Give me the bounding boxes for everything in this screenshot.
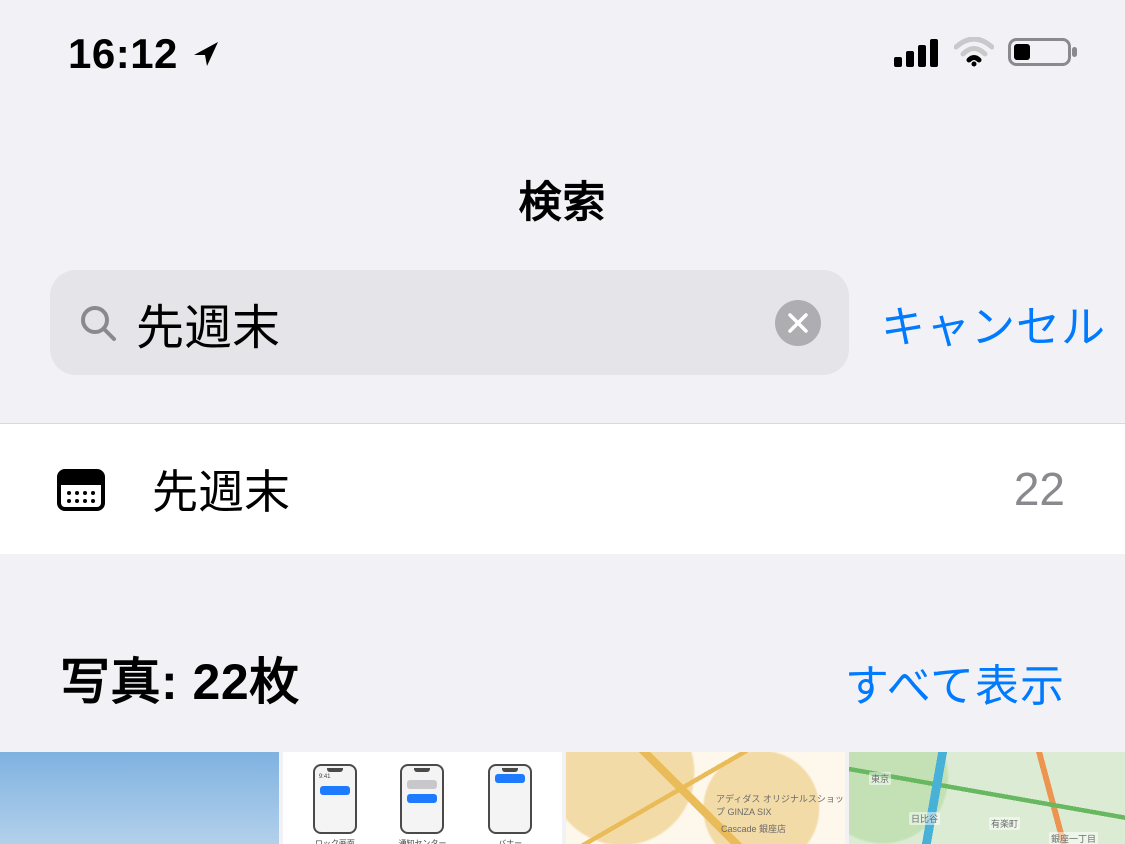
nav-title-row: 検索 [0,108,1125,270]
thumb-label: バナー [484,838,536,844]
map-label: アディダス オリジナルスショップ GINZA SIX [716,792,845,818]
photos-section-header: 写真: 22枚 すべて表示 [0,554,1125,714]
cellular-icon [894,37,940,72]
calendar-icon [56,465,106,513]
status-time: 16:12 [68,30,178,78]
battery-icon [1008,36,1080,73]
clear-search-button[interactable] [775,300,821,346]
wifi-icon [954,37,994,72]
status-right [894,36,1080,73]
cancel-button[interactable]: キャンセル [881,291,1106,355]
page-title: 検索 [519,108,607,270]
search-row: キャンセル [0,270,1125,423]
photo-thumbnail[interactable] [0,752,279,844]
photos-heading: 写真: 22枚 [60,642,300,714]
map-label: 有楽町 [989,817,1020,830]
thumb-time: 9:41 [319,774,331,780]
status-bar: 16:12 [0,0,1125,108]
map-label: Cascade 銀座店 [721,822,786,835]
photo-thumbnail[interactable]: 東京 日比谷 有楽町 銀座一丁目 [849,752,1125,844]
search-icon [78,303,118,343]
suggestion-label: 先週末 [152,456,968,522]
photo-thumbnails: 9:41 ロック画面 通知センター バナー アディダス オリジナルスショップ G… [0,752,1125,844]
suggestion-count: 22 [1014,462,1065,516]
location-icon [190,38,222,70]
status-left: 16:12 [68,30,222,78]
map-label: 日比谷 [909,812,940,825]
photo-thumbnail[interactable]: アディダス オリジナルスショップ GINZA SIX Cascade 銀座店 [566,752,845,844]
photo-thumbnail[interactable]: 9:41 ロック画面 通知センター バナー [283,752,562,844]
search-input[interactable] [136,295,757,350]
thumb-label: 通知センター [396,838,448,844]
thumb-label: ロック画面 [309,838,361,844]
search-field[interactable] [50,270,849,375]
map-label: 東京 [869,772,891,785]
map-label: 銀座一丁目 [1049,832,1098,844]
search-suggestion-row[interactable]: 先週末 22 [0,423,1125,554]
see-all-button[interactable]: すべて表示 [845,650,1065,714]
